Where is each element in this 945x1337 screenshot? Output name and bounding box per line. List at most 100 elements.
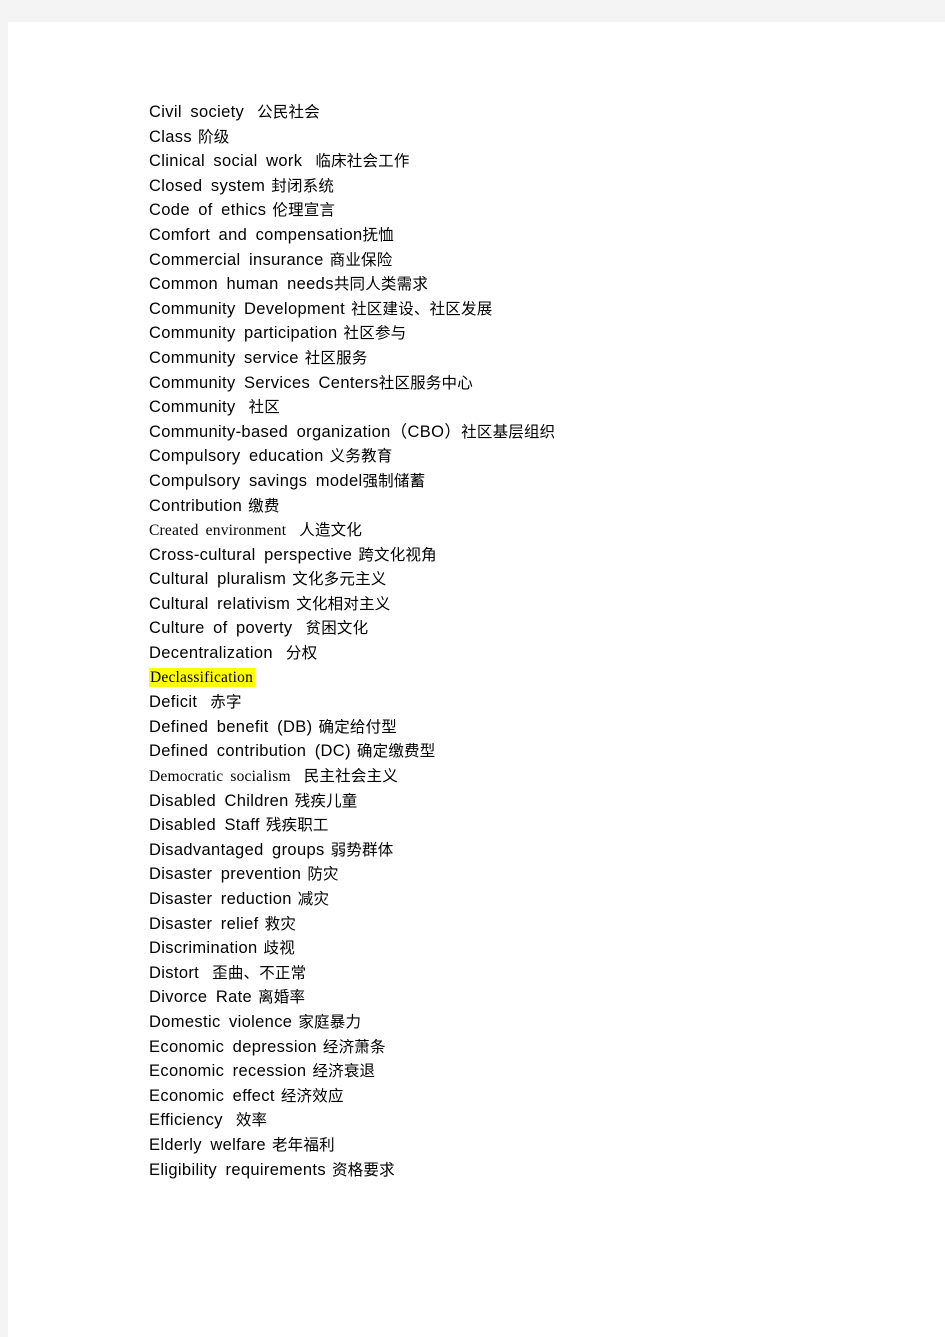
glossary-term-en: Community Services Centers (149, 373, 379, 392)
glossary-term-en: Divorce Rate (149, 988, 253, 1007)
glossary-entry: Commercial insurance 商业保险 (149, 248, 919, 273)
glossary-entry: Community Services Centers社区服务中心 (149, 371, 919, 396)
glossary-term-zh: 文化多元主义 (292, 570, 387, 589)
glossary-term-zh: 家庭暴力 (298, 1012, 362, 1031)
glossary-entry: Disabled Staff 残疾职工 (149, 813, 919, 838)
glossary-term-zh: 防灾 (307, 865, 339, 884)
glossary-term-en: Cross-cultural perspective (149, 545, 353, 564)
glossary-entry: Distort 歪曲、不正常 (149, 961, 919, 986)
glossary-term-en: Contribution (149, 496, 243, 515)
glossary-term-zh: 减灾 (297, 890, 330, 908)
glossary-entry: Economic effect 经济效应 (149, 1084, 919, 1109)
glossary-term-zh: 阶级 (198, 127, 230, 146)
glossary-term-en: Clinical social work (149, 152, 303, 171)
glossary-entry: Disadvantaged groups 弱势群体 (149, 838, 919, 863)
glossary-term-zh: 经济衰退 (312, 1062, 376, 1081)
glossary-term-en: Disaster relief (149, 914, 259, 933)
glossary-entry: Community Development 社区建设、社区发展 (149, 297, 919, 322)
glossary-term-en: Cultural relativism (149, 594, 291, 613)
glossary-entry: Divorce Rate 离婚率 (149, 985, 919, 1010)
glossary-entry: Democratic socialism 民主社会主义 (149, 764, 919, 789)
glossary-term-en: Compulsory savings model (149, 471, 363, 490)
glossary-entry: Community 社区 (149, 395, 919, 420)
glossary-term-zh: 赤字 (210, 693, 242, 712)
glossary-term-zh: 民主社会主义 (303, 767, 398, 786)
glossary-entry-list: Civil society 公民社会 Class 阶级 Clinical social … (149, 100, 919, 1182)
glossary-term-en: Community Development (149, 299, 346, 318)
glossary-term-zh: 人造文化 (299, 521, 363, 540)
glossary-entry: Domestic violence 家庭暴力 (149, 1010, 919, 1035)
glossary-entry: Eligibility requirements 资格要求 (149, 1158, 919, 1183)
glossary-term-en: Economic effect (149, 1086, 275, 1105)
glossary-entry: Deficit 赤字 (149, 690, 919, 715)
glossary-term-en: Civil society (149, 103, 245, 121)
glossary-term-zh: 确定给付型 (318, 717, 398, 736)
glossary-term-en: Cultural pluralism (149, 570, 287, 589)
glossary-term-en: Community-based organization（CBO） (149, 422, 462, 441)
glossary-term-en: Deficit (149, 693, 198, 712)
glossary-entry: Decentralization 分权 (149, 641, 919, 666)
glossary-term-en: Common human needs (149, 275, 334, 294)
glossary-term-en: Discrimination (149, 939, 258, 958)
glossary-term-en: Code of ethics (149, 201, 267, 220)
glossary-entry: Compulsory education 义务教育 (149, 444, 919, 469)
glossary-term-zh: 效率 (235, 1111, 268, 1130)
glossary-term-en: Disabled Staff (149, 816, 260, 835)
glossary-term-zh: 公民社会 (257, 103, 320, 121)
glossary-term-en: Distort (149, 963, 200, 982)
glossary-entry: Civil society 公民社会 (149, 100, 919, 125)
glossary-term-en: Declassification (149, 667, 256, 687)
glossary-term-zh: 歪曲、不正常 (212, 963, 307, 982)
glossary-term-en: Economic recession (149, 1062, 307, 1081)
glossary-term-en: Disabled Children (149, 791, 289, 810)
glossary-term-zh: 分权 (285, 644, 318, 663)
glossary-term-zh: 歧视 (263, 939, 295, 958)
glossary-entry: Community-based organization（CBO）社区基层组织 (149, 420, 919, 445)
glossary-entry: Cultural relativism 文化相对主义 (149, 592, 919, 617)
glossary-term-zh: 社区参与 (343, 324, 407, 343)
glossary-term-zh: 伦理宣言 (272, 201, 336, 220)
glossary-entry: Discrimination 歧视 (149, 936, 919, 961)
glossary-entry: Contribution 缴费 (149, 494, 919, 519)
glossary-entry: Culture of poverty 贫困文化 (149, 616, 919, 641)
glossary-entry: Efficiency 效率 (149, 1108, 919, 1133)
glossary-term-zh: 文化相对主义 (296, 594, 391, 613)
glossary-term-en: Commercial insurance (149, 250, 324, 269)
glossary-term-zh: 社区服务 (304, 348, 368, 367)
glossary-entry: Closed system 封闭系统 (149, 174, 919, 199)
glossary-entry: Created environment 人造文化 (149, 518, 919, 543)
glossary-entry: Cross-cultural perspective 跨文化视角 (149, 543, 919, 568)
document-page: Civil society 公民社会 Class 阶级 Clinical social … (8, 22, 945, 1337)
glossary-term-zh: 缴费 (248, 496, 280, 515)
glossary-term-zh: 残疾职工 (265, 816, 329, 835)
glossary-term-zh: 社区 (248, 398, 280, 417)
glossary-term-en: Community service (149, 348, 299, 367)
glossary-entry: Class 阶级 (149, 125, 919, 150)
glossary-term-en: Eligibility requirements (149, 1160, 326, 1179)
glossary-term-zh: 资格要求 (331, 1160, 395, 1179)
glossary-entry: Compulsory savings model强制储蓄 (149, 469, 919, 494)
glossary-term-zh: 强制储蓄 (362, 471, 426, 490)
glossary-term-en: Closed system (149, 176, 266, 195)
glossary-term-en: Class (149, 127, 193, 146)
glossary-term-en: Community participation (149, 324, 338, 343)
glossary-term-zh: 经济效应 (280, 1086, 344, 1105)
glossary-term-en: Domestic violence (149, 1012, 293, 1031)
glossary-term-zh: 离婚率 (258, 988, 306, 1007)
glossary-term-zh: 老年福利 (271, 1135, 335, 1154)
glossary-term-en: Economic depression (149, 1037, 317, 1056)
glossary-entry: Economic depression 经济萧条 (149, 1035, 919, 1060)
glossary-term-zh: 封闭系统 (271, 176, 335, 195)
glossary-term-zh: 贫困文化 (305, 619, 369, 638)
glossary-term-zh: 社区建设、社区发展 (351, 299, 493, 318)
glossary-term-zh: 确定缴费型 (356, 742, 436, 761)
glossary-entry: Disaster reduction 减灾 (149, 887, 919, 912)
glossary-term-en: Defined contribution (DC) (149, 742, 351, 761)
glossary-term-en: Disaster prevention (149, 865, 302, 884)
glossary-term-zh: 抚恤 (362, 225, 394, 244)
glossary-term-zh: 经济萧条 (322, 1037, 386, 1056)
glossary-term-en: Comfort and compensation (149, 225, 363, 244)
glossary-entry: Code of ethics 伦理宣言 (149, 198, 919, 223)
glossary-entry: Declassification (149, 666, 919, 691)
glossary-term-zh: 临床社会工作 (315, 152, 410, 171)
